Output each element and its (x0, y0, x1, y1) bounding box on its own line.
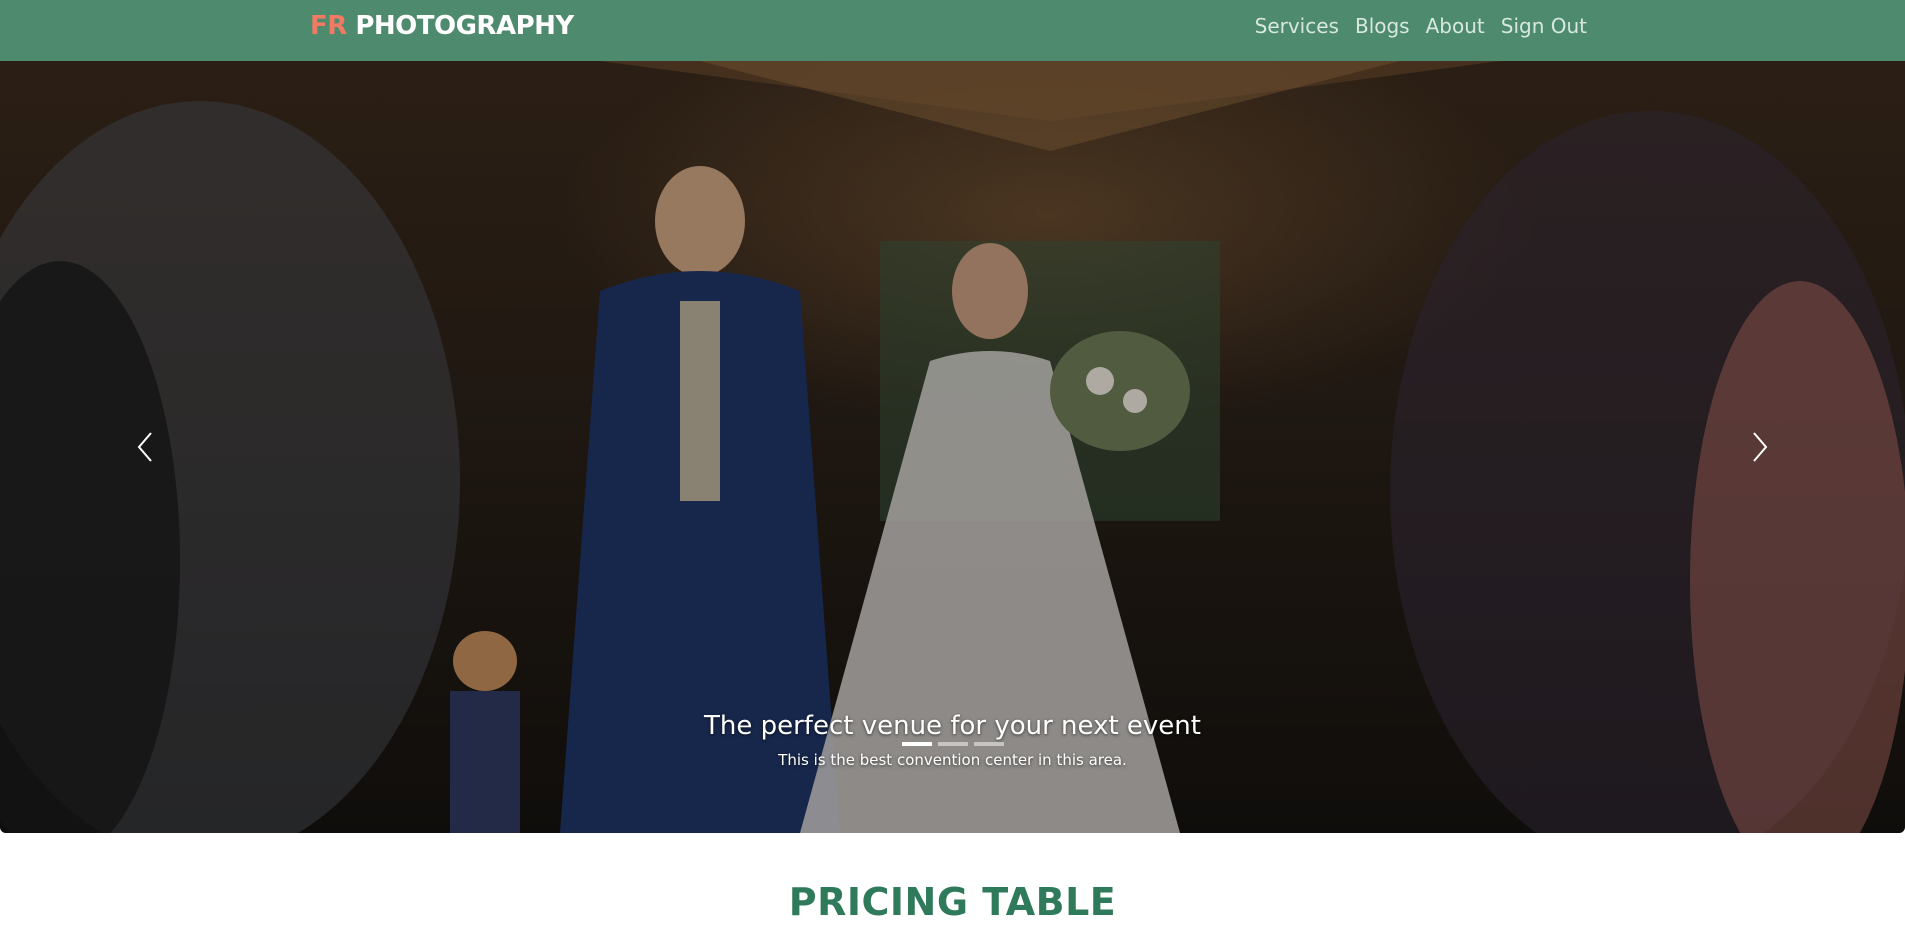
carousel-indicators (0, 742, 1905, 746)
nav-link-sign-out[interactable]: Sign Out (1501, 14, 1587, 38)
pricing-title: PRICING TABLE (788, 880, 1117, 924)
chevron-right-icon (1753, 432, 1768, 462)
nav-link-blogs[interactable]: Blogs (1355, 14, 1410, 38)
nav-links: Services Blogs About Sign Out (1255, 14, 1587, 38)
caption-title: The perfect venue for your next event (704, 711, 1201, 741)
caption-text: This is the best convention center in th… (778, 751, 1127, 769)
navbar: FR PHOTOGRAPHY Services Blogs About Sign… (0, 0, 1905, 61)
carousel-indicator-2[interactable] (937, 742, 968, 746)
nav-link-about[interactable]: About (1426, 14, 1485, 38)
brand-logo[interactable]: FR PHOTOGRAPHY (310, 11, 574, 41)
nav-link-services[interactable]: Services (1255, 14, 1339, 38)
brand-accent: FR (310, 11, 347, 41)
hero-carousel: The perfect venue for your next event Th… (0, 61, 1905, 833)
brand-main: PHOTOGRAPHY (346, 11, 574, 41)
carousel-indicator-1[interactable] (901, 742, 932, 746)
carousel-caption: The perfect venue for your next event Th… (0, 711, 1905, 769)
carousel-indicator-3[interactable] (973, 742, 1004, 746)
chevron-left-icon (137, 432, 152, 462)
